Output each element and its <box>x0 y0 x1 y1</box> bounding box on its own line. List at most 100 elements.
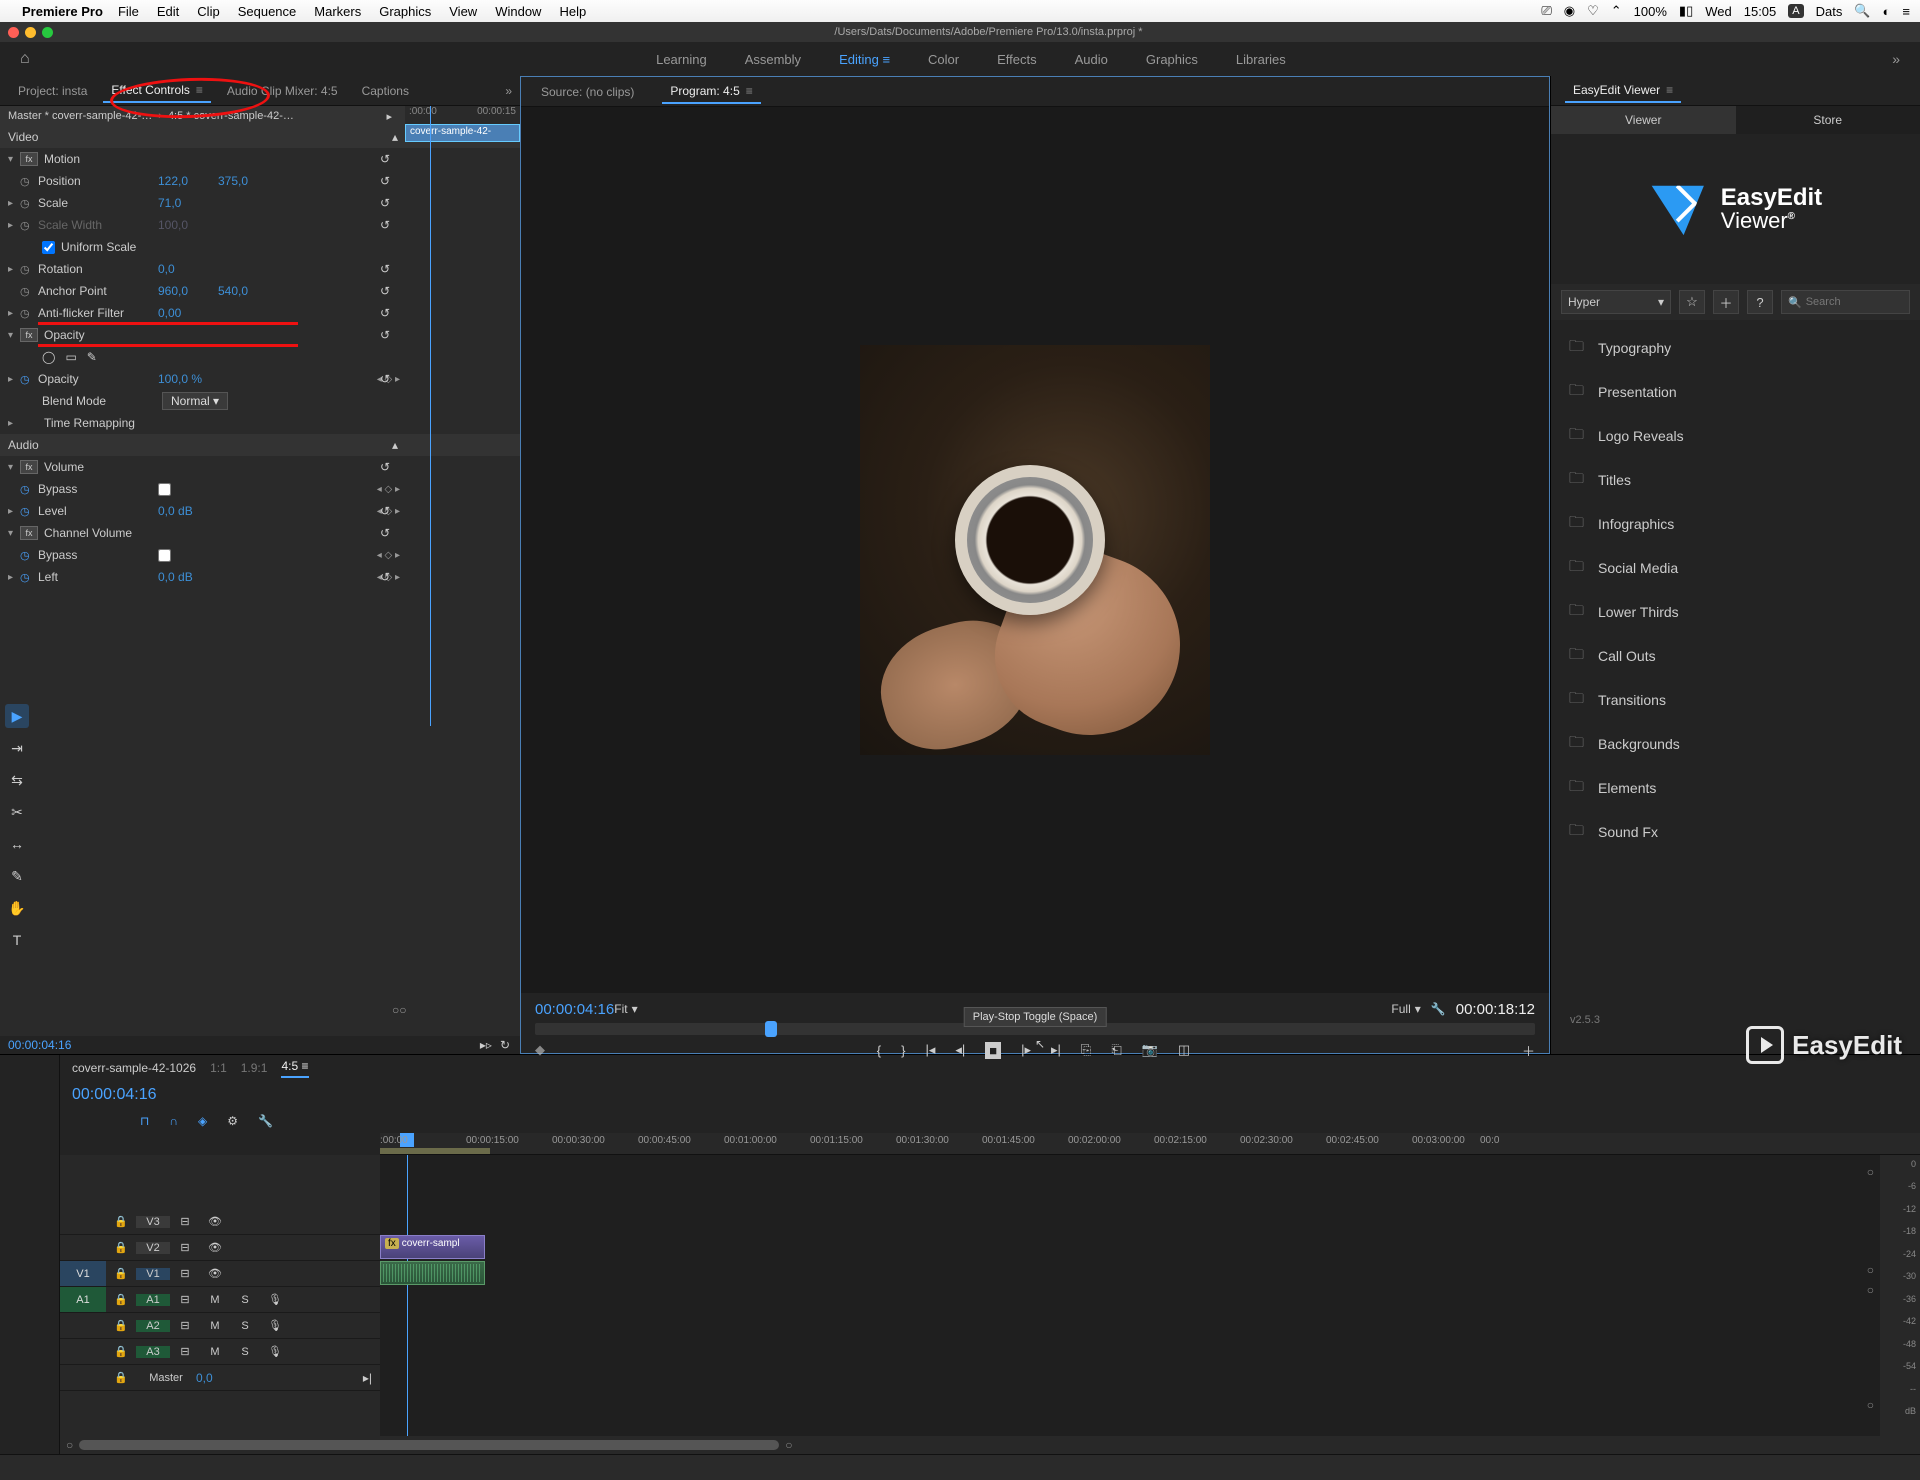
go-to-in-icon[interactable]: |◂ <box>925 1042 935 1058</box>
menu-markers[interactable]: Markers <box>314 4 361 19</box>
ee-cat-social-media[interactable]: 🗀Social Media <box>1551 546 1920 590</box>
linked-sel-icon[interactable]: ∩ <box>169 1114 178 1128</box>
panel-menu-icon[interactable]: ≡ <box>1666 83 1673 97</box>
zoom-handle-right[interactable]: ○ <box>399 1003 406 1017</box>
sync-lock-icon[interactable]: ⊟ <box>170 1215 200 1228</box>
mute-button[interactable]: M <box>200 1294 230 1306</box>
app-name[interactable]: Premiere Pro <box>22 4 103 19</box>
opacity-v[interactable]: 100,0 % <box>158 372 204 386</box>
audio-clip[interactable] <box>380 1261 485 1285</box>
ec-play-icon[interactable]: ▸ <box>386 110 392 123</box>
lock-icon[interactable]: 🔒 <box>106 1267 136 1280</box>
ee-cat-transitions[interactable]: 🗀Transitions <box>1551 678 1920 722</box>
ec-play-icon[interactable]: ▸▹ <box>480 1038 492 1052</box>
button-editor-icon[interactable]: ＋ <box>1522 1041 1535 1060</box>
spotlight-icon[interactable]: 🔍 <box>1854 3 1870 19</box>
fx-badge-icon[interactable]: fx <box>20 328 38 342</box>
shield-icon[interactable]: ♡ <box>1587 3 1599 19</box>
rotation-v[interactable]: 0,0 <box>158 262 204 276</box>
seq-ratio-2[interactable]: 1.9:1 <box>241 1061 268 1075</box>
panel-menu-icon[interactable]: ≡ <box>746 84 753 98</box>
antif-v[interactable]: 0,00 <box>158 306 204 320</box>
scroll-handle-mid2[interactable]: ○ <box>1867 1283 1874 1297</box>
seq-ratio-1[interactable]: 1:1 <box>210 1061 227 1075</box>
voice-over-icon[interactable]: 🎙 <box>260 1293 290 1306</box>
tab-easyedit-viewer[interactable]: EasyEdit Viewer≡ <box>1565 79 1681 103</box>
ec-motion[interactable]: ▾fxMotion↺ <box>0 148 520 170</box>
work-area-bar[interactable] <box>380 1148 490 1154</box>
home-icon[interactable]: ⌂ <box>20 50 30 68</box>
sync-lock-icon[interactable]: ⊟ <box>170 1319 200 1332</box>
ws-menu-icon[interactable]: ≡ <box>882 52 890 67</box>
master-level[interactable]: 0,0 <box>196 1371 213 1385</box>
timeline-tracks-area[interactable]: fxcoverr-sampl ○ ○ ○ ○ <box>380 1155 1880 1436</box>
panel-overflow-icon[interactable]: » <box>505 84 512 98</box>
ec-loop-icon[interactable]: ↻ <box>500 1038 510 1052</box>
ec-playhead[interactable] <box>430 106 431 726</box>
pos-y[interactable]: 375,0 <box>218 174 248 188</box>
track-select-tool[interactable]: ⇥ <box>5 736 29 760</box>
ws-learning[interactable]: Learning <box>656 52 707 67</box>
notif-icon[interactable]: ≡ <box>1902 4 1910 19</box>
zoom-handle-left[interactable]: ○ <box>392 1003 399 1017</box>
stopwatch-icon[interactable]: ◷ <box>20 197 34 210</box>
reset-icon[interactable]: ↺ <box>380 460 390 474</box>
ws-effects[interactable]: Effects <box>997 52 1037 67</box>
mark-in-icon[interactable]: { <box>877 1043 881 1058</box>
screen-icon[interactable]: ◉ <box>1564 3 1575 19</box>
uniform-scale-checkbox[interactable] <box>42 241 55 254</box>
ripple-tool[interactable]: ⇆ <box>5 768 29 792</box>
track-name[interactable]: A3 <box>136 1346 170 1358</box>
snap-icon[interactable]: ⊓ <box>140 1114 149 1128</box>
lock-icon[interactable]: 🔒 <box>106 1345 136 1358</box>
src-patch-a[interactable]: A1 <box>60 1287 106 1312</box>
left-v[interactable]: 0,0 dB <box>158 570 204 584</box>
ee-cat-logo-reveals[interactable]: 🗀Logo Reveals <box>1551 414 1920 458</box>
mask-pen-icon[interactable]: ✎ <box>87 350 97 364</box>
track-v3[interactable]: 🔒V3⊟👁 <box>60 1209 380 1235</box>
ws-graphics[interactable]: Graphics <box>1146 52 1198 67</box>
ws-overflow-icon[interactable]: » <box>1892 51 1900 67</box>
wrench-icon[interactable]: 🔧 <box>1431 1002 1446 1016</box>
reset-icon[interactable]: ↺ <box>380 174 390 188</box>
src-patch-v[interactable]: V1 <box>60 1261 106 1286</box>
ee-cat-backgrounds[interactable]: 🗀Backgrounds <box>1551 722 1920 766</box>
panel-menu-icon[interactable]: ≡ <box>196 83 203 97</box>
reset-icon[interactable]: ↺ <box>380 372 390 386</box>
play-stop-button[interactable]: ■ <box>985 1042 1001 1059</box>
mask-ellipse-icon[interactable]: ◯ <box>42 350 55 364</box>
macos-menubar[interactable]: Premiere Pro File Edit Clip Sequence Mar… <box>0 0 1920 22</box>
menu-edit[interactable]: Edit <box>157 4 179 19</box>
track-a2[interactable]: 🔒A2⊟MS🎙 <box>60 1313 380 1339</box>
menu-view[interactable]: View <box>449 4 477 19</box>
lift-icon[interactable]: ⎘ <box>1081 1042 1091 1058</box>
sync-lock-icon[interactable]: ⊟ <box>170 1293 200 1306</box>
track-name[interactable]: V3 <box>136 1216 170 1228</box>
stopwatch-icon[interactable]: ◷ <box>20 307 34 320</box>
expand-icon[interactable]: ▸ <box>8 198 20 209</box>
ee-cat-sound-fx[interactable]: 🗀Sound Fx <box>1551 810 1920 854</box>
stopwatch-active-icon[interactable]: ◷ <box>20 549 34 562</box>
hand-tool[interactable]: ✋ <box>5 896 29 920</box>
solo-button[interactable]: S <box>230 1294 260 1306</box>
reset-icon[interactable]: ↺ <box>380 284 390 298</box>
fx-badge-icon[interactable]: fx <box>20 460 38 474</box>
timeline-tc[interactable]: 00:00:04:16 <box>72 1086 157 1104</box>
voice-over-icon[interactable]: 🎙 <box>260 1319 290 1332</box>
lock-icon[interactable]: 🔒 <box>106 1241 136 1254</box>
minimize-icon[interactable] <box>25 27 36 38</box>
scroll-handle-bottom[interactable]: ○ <box>1867 1398 1874 1412</box>
solo-button[interactable]: S <box>230 1346 260 1358</box>
reset-icon[interactable]: ↺ <box>380 504 390 518</box>
bypass-checkbox[interactable] <box>158 483 171 496</box>
track-a3[interactable]: 🔒A3⊟MS🎙 <box>60 1339 380 1365</box>
go-to-end-icon[interactable]: ▸| <box>363 1371 372 1385</box>
resolution-dropdown[interactable]: Full ▾ <box>1391 1002 1420 1016</box>
add-marker-icon[interactable]: ◆ <box>535 1042 545 1058</box>
scrubber-playhead[interactable] <box>765 1021 777 1037</box>
close-icon[interactable] <box>8 27 19 38</box>
step-fwd-icon[interactable]: |▸ <box>1021 1042 1031 1058</box>
tab-audio-clip-mixer[interactable]: Audio Clip Mixer: 4:5 <box>219 80 346 102</box>
reset-icon[interactable]: ↺ <box>380 306 390 320</box>
ee-favorite-button[interactable]: ☆ <box>1679 290 1705 314</box>
